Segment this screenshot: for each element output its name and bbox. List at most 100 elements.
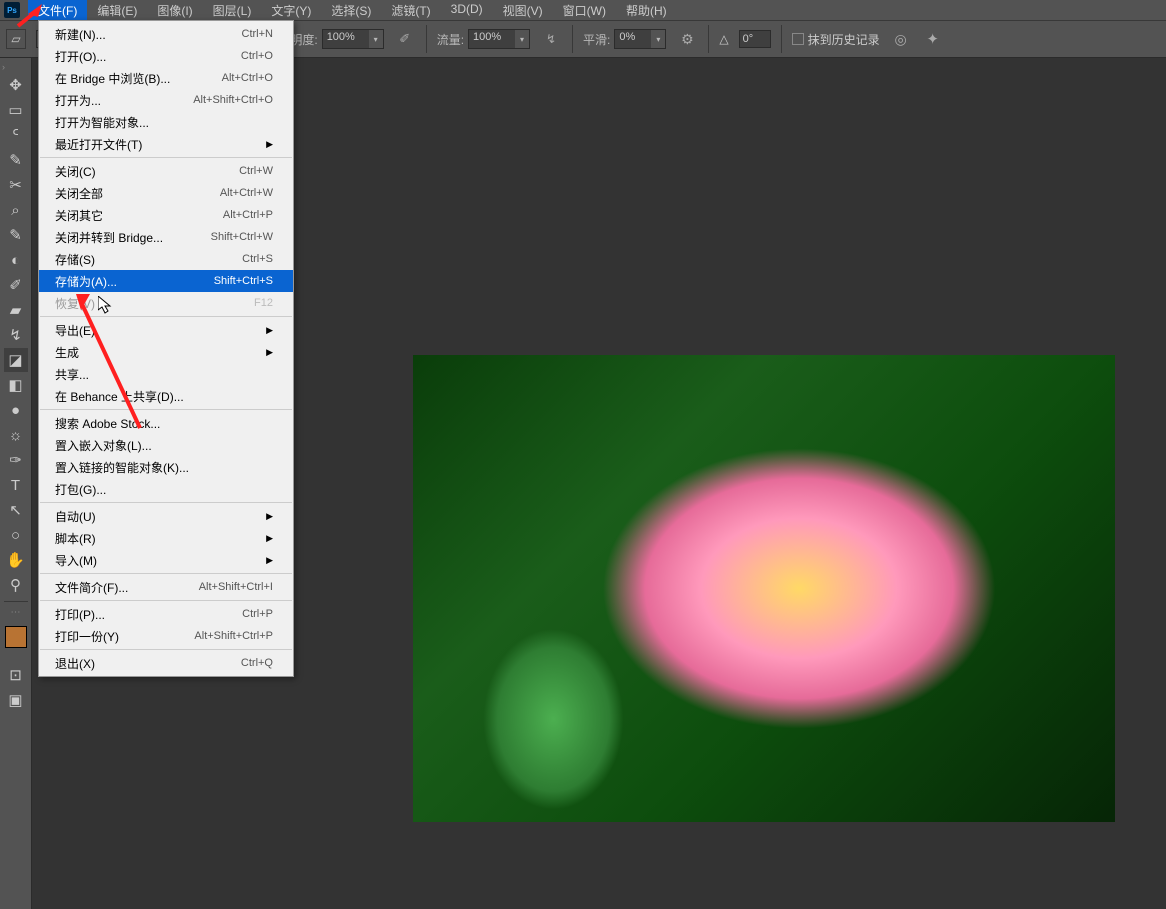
- file-menu-item[interactable]: 搜索 Adobe Stock...: [39, 412, 293, 434]
- smooth-input[interactable]: 0%▾: [614, 29, 666, 49]
- gradient-tool[interactable]: ◧: [4, 373, 28, 397]
- submenu-arrow-icon: ▶: [266, 347, 273, 358]
- menubar-item-10[interactable]: 帮助(H): [616, 0, 677, 22]
- brush-tool[interactable]: ✐: [4, 273, 28, 297]
- menu-separator: [40, 600, 292, 601]
- shape-tool[interactable]: ○: [4, 523, 28, 547]
- menubar-item-6[interactable]: 滤镜(T): [381, 0, 440, 22]
- file-menu-item[interactable]: 打印(P)...Ctrl+P: [39, 603, 293, 625]
- file-menu-item[interactable]: 打开为智能对象...: [39, 111, 293, 133]
- menu-separator: [40, 573, 292, 574]
- crop-tool[interactable]: ✂: [4, 173, 28, 197]
- airbrush-icon[interactable]: ↯: [540, 28, 562, 50]
- lasso-tool[interactable]: ᑦ: [4, 123, 28, 147]
- file-menu-item[interactable]: 关闭全部Alt+Ctrl+W: [39, 182, 293, 204]
- submenu-arrow-icon: ▶: [266, 533, 273, 544]
- file-menu-item[interactable]: 在 Behance 上共享(D)...: [39, 385, 293, 407]
- menu-item-label: 最近打开文件(T): [55, 136, 142, 153]
- dodge-tool[interactable]: ☼: [4, 423, 28, 447]
- document-image[interactable]: [413, 355, 1115, 822]
- file-menu-item[interactable]: 生成 ▶: [39, 341, 293, 363]
- menubar-item-3[interactable]: 图层(L): [203, 0, 262, 22]
- symmetry-icon[interactable]: [922, 28, 944, 50]
- menubar-item-8[interactable]: 视图(V): [493, 0, 553, 22]
- file-menu-item[interactable]: 存储为(A)...Shift+Ctrl+S: [39, 270, 293, 292]
- submenu-arrow-icon: ▶: [266, 139, 273, 150]
- pressure-opacity-icon[interactable]: [394, 28, 416, 50]
- menu-item-shortcut: Ctrl+W: [239, 165, 273, 177]
- marquee-tool[interactable]: ▭: [4, 98, 28, 122]
- file-menu-item[interactable]: 打开(O)...Ctrl+O: [39, 45, 293, 67]
- file-menu-item[interactable]: 存储(S)Ctrl+S: [39, 248, 293, 270]
- history-checkbox[interactable]: 抹到历史记录: [792, 31, 880, 48]
- menu-item-label: 脚本(R): [55, 530, 96, 547]
- heal-tool[interactable]: ◐: [4, 248, 28, 272]
- quick-mask[interactable]: ▣: [4, 688, 28, 712]
- angle-input[interactable]: [739, 30, 771, 48]
- hand-tool[interactable]: ✋: [4, 548, 28, 572]
- eraser-icon: ▱: [11, 32, 20, 46]
- screen-mode[interactable]: ⊡: [4, 663, 28, 687]
- file-menu-item[interactable]: 最近打开文件(T) ▶: [39, 133, 293, 155]
- menu-item-shortcut: Ctrl+S: [242, 253, 273, 265]
- checkbox-icon: [792, 33, 804, 45]
- pressure-size-icon[interactable]: [890, 28, 912, 50]
- menu-item-shortcut: Ctrl+N: [242, 28, 273, 40]
- file-menu-item[interactable]: 关闭其它Alt+Ctrl+P: [39, 204, 293, 226]
- menubar-item-2[interactable]: 图像(I): [147, 0, 202, 22]
- tool-preset-picker[interactable]: ▱: [6, 29, 26, 49]
- file-menu-item[interactable]: 新建(N)...Ctrl+N: [39, 23, 293, 45]
- file-menu-item[interactable]: 打开为...Alt+Shift+Ctrl+O: [39, 89, 293, 111]
- menubar-item-5[interactable]: 选择(S): [321, 0, 381, 22]
- menu-item-shortcut: Alt+Shift+Ctrl+P: [194, 630, 273, 642]
- menubar-item-7[interactable]: 3D(D): [441, 0, 493, 22]
- text-tool[interactable]: T: [4, 473, 28, 497]
- menu-item-label: 导入(M): [55, 552, 97, 569]
- history-brush-tool[interactable]: ↯: [4, 323, 28, 347]
- menubar-item-4[interactable]: 文字(Y): [261, 0, 321, 22]
- zoom-tool[interactable]: ⚲: [4, 573, 28, 597]
- menu-item-label: 生成: [55, 344, 79, 361]
- file-menu-item[interactable]: 关闭并转到 Bridge...Shift+Ctrl+W: [39, 226, 293, 248]
- foreground-color-swatch[interactable]: [5, 626, 27, 648]
- blur-tool[interactable]: ●: [4, 398, 28, 422]
- angle-symbol: △: [719, 32, 728, 46]
- path-select-tool[interactable]: ↖: [4, 498, 28, 522]
- menu-item-shortcut: F12: [254, 297, 273, 309]
- file-menu-item[interactable]: 导入(M)▶: [39, 549, 293, 571]
- menubar-item-1[interactable]: 编辑(E): [87, 0, 147, 22]
- eyedropper-tool[interactable]: ✎: [4, 223, 28, 247]
- file-menu-item[interactable]: 脚本(R) ▶: [39, 527, 293, 549]
- file-menu-item[interactable]: 自动(U)▶: [39, 505, 293, 527]
- menubar-item-0[interactable]: 文件(F): [28, 0, 87, 22]
- menubar: Ps 文件(F)编辑(E)图像(I)图层(L)文字(Y)选择(S)滤镜(T)3D…: [0, 0, 1166, 20]
- file-menu-item[interactable]: 文件简介(F)...Alt+Shift+Ctrl+I: [39, 576, 293, 598]
- frame-tool[interactable]: ⌕: [4, 198, 28, 222]
- menu-item-shortcut: Alt+Ctrl+O: [222, 72, 273, 84]
- pen-tool[interactable]: ✑: [4, 448, 28, 472]
- file-menu-item[interactable]: 退出(X)Ctrl+Q: [39, 652, 293, 674]
- menu-item-label: 打印一份(Y): [55, 628, 119, 645]
- smooth-label: 平滑:: [583, 31, 610, 48]
- eraser-tool[interactable]: ◪: [4, 348, 28, 372]
- file-menu-item[interactable]: 导出(E)▶: [39, 319, 293, 341]
- file-menu-item[interactable]: 置入嵌入对象(L)...: [39, 434, 293, 456]
- menu-item-shortcut: Shift+Ctrl+W: [211, 231, 273, 243]
- file-menu-item[interactable]: 置入链接的智能对象(K)...: [39, 456, 293, 478]
- menubar-item-9[interactable]: 窗口(W): [553, 0, 616, 22]
- file-menu-item[interactable]: 打包(G)...: [39, 478, 293, 500]
- menu-item-label: 关闭全部: [55, 185, 103, 202]
- smooth-settings-icon[interactable]: [676, 28, 698, 50]
- menu-item-shortcut: Alt+Shift+Ctrl+I: [199, 581, 273, 593]
- file-menu-item[interactable]: 关闭(C)Ctrl+W: [39, 160, 293, 182]
- app-logo-icon: Ps: [4, 2, 20, 18]
- file-menu-item[interactable]: 在 Bridge 中浏览(B)...Alt+Ctrl+O: [39, 67, 293, 89]
- menu-item-shortcut: Alt+Ctrl+P: [223, 209, 273, 221]
- file-menu-item[interactable]: 打印一份(Y) Alt+Shift+Ctrl+P: [39, 625, 293, 647]
- move-tool[interactable]: ✥: [4, 73, 28, 97]
- flow-input[interactable]: 100%▾: [468, 29, 530, 49]
- file-menu-item[interactable]: 共享...: [39, 363, 293, 385]
- wand-tool[interactable]: ✎: [4, 148, 28, 172]
- opacity-input[interactable]: 100%▾: [322, 29, 384, 49]
- stamp-tool[interactable]: ▰: [4, 298, 28, 322]
